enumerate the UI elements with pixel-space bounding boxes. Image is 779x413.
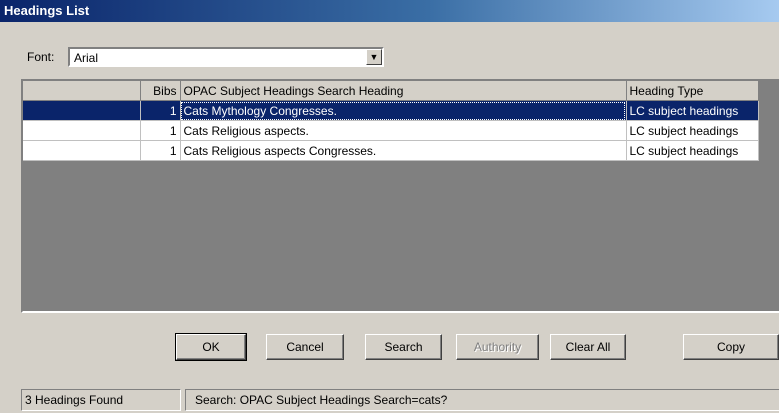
column-header-heading-type[interactable]: Heading Type bbox=[626, 81, 759, 101]
table-row[interactable]: 1 Cats Mythology Congresses. LC subject … bbox=[23, 100, 759, 121]
font-dropdown[interactable]: Arial ▼ bbox=[68, 47, 384, 67]
ok-button[interactable]: OK bbox=[175, 333, 247, 361]
heading-cell[interactable]: Cats Religious aspects Congresses. bbox=[180, 140, 627, 161]
column-header-index[interactable] bbox=[23, 81, 141, 101]
bibs-cell[interactable]: 1 bbox=[140, 140, 181, 161]
cancel-button[interactable]: Cancel bbox=[266, 334, 344, 360]
heading-cell[interactable]: Cats Mythology Congresses. bbox=[180, 100, 627, 121]
table-row[interactable]: 1 Cats Religious aspects. LC subject hea… bbox=[23, 120, 759, 141]
grid-header-row: Bibs OPAC Subject Headings Search Headin… bbox=[23, 81, 759, 101]
column-header-bibs[interactable]: Bibs bbox=[140, 81, 181, 101]
row-index-cell[interactable] bbox=[23, 120, 141, 141]
heading-cell[interactable]: Cats Religious aspects. bbox=[180, 120, 627, 141]
window-title: Headings List bbox=[4, 3, 90, 18]
search-button[interactable]: Search bbox=[365, 334, 442, 360]
column-header-heading[interactable]: OPAC Subject Headings Search Heading bbox=[180, 81, 627, 101]
dropdown-arrow-icon[interactable]: ▼ bbox=[366, 49, 382, 65]
row-index-cell[interactable] bbox=[23, 100, 141, 121]
heading-type-cell[interactable]: LC subject headings bbox=[626, 100, 759, 121]
font-dropdown-value: Arial bbox=[74, 51, 99, 65]
row-index-cell[interactable] bbox=[23, 140, 141, 161]
bibs-cell[interactable]: 1 bbox=[140, 120, 181, 141]
title-bar: Headings List bbox=[0, 0, 779, 22]
table-row[interactable]: 1 Cats Religious aspects Congresses. LC … bbox=[23, 140, 759, 161]
copy-button[interactable]: Copy bbox=[683, 334, 779, 360]
status-bar: 3 Headings Found Search: OPAC Subject He… bbox=[21, 389, 779, 413]
font-label: Font: bbox=[27, 50, 55, 64]
authority-button[interactable]: Authority bbox=[456, 334, 539, 360]
status-search: Search: OPAC Subject Headings Search=cat… bbox=[185, 389, 779, 411]
clear-all-button[interactable]: Clear All bbox=[550, 334, 626, 360]
status-count: 3 Headings Found bbox=[21, 389, 181, 411]
heading-type-cell[interactable]: LC subject headings bbox=[626, 120, 759, 141]
headings-grid[interactable]: Bibs OPAC Subject Headings Search Headin… bbox=[21, 79, 779, 313]
bibs-cell[interactable]: 1 bbox=[140, 100, 181, 121]
heading-type-cell[interactable]: LC subject headings bbox=[626, 140, 759, 161]
